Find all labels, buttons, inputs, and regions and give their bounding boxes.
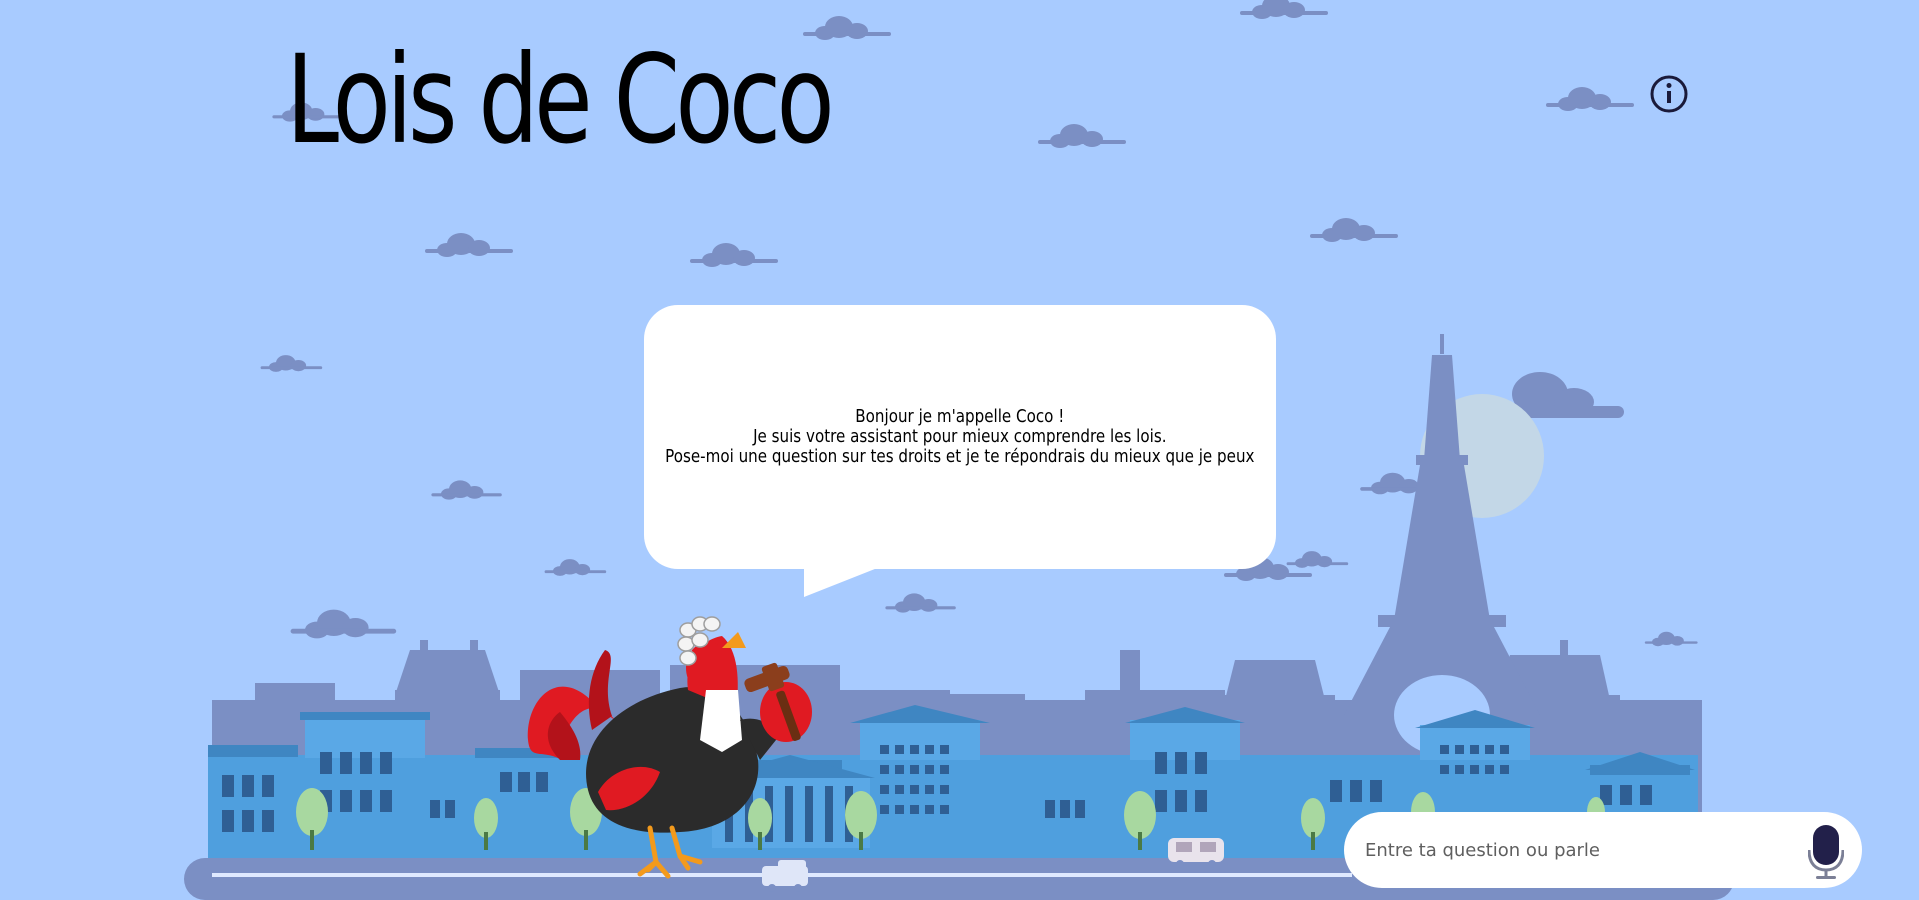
speech-bubble: Bonjour je m'appelle Coco ! Je suis votr… bbox=[644, 305, 1276, 569]
question-input[interactable] bbox=[1363, 838, 1787, 862]
info-circle-icon[interactable] bbox=[1650, 75, 1688, 113]
bubble-line: Bonjour je m'appelle Coco ! bbox=[855, 406, 1065, 427]
bubble-line: Pose-moi une question sur tes droits et … bbox=[665, 446, 1255, 467]
microphone-icon[interactable] bbox=[1808, 824, 1844, 880]
speech-bubble-tail bbox=[804, 563, 890, 597]
question-input-container bbox=[1344, 812, 1862, 888]
app-title: Lois de Coco bbox=[286, 29, 835, 171]
bubble-line: Je suis votre assistant pour mieux compr… bbox=[753, 426, 1167, 447]
bubble-message: Bonjour je m'appelle Coco ! Je suis votr… bbox=[665, 407, 1254, 467]
